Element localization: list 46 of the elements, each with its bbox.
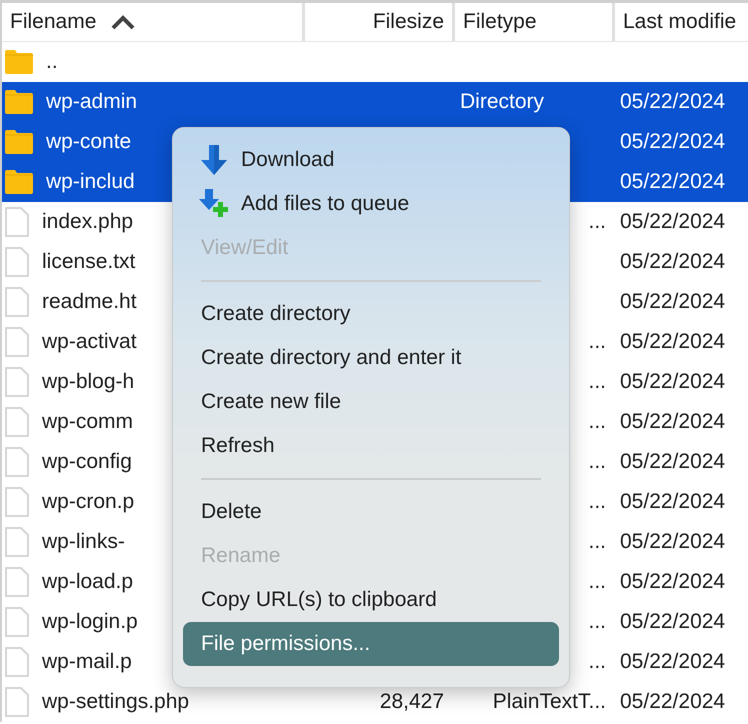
- file-name: wp-admin: [46, 89, 138, 116]
- modified-date: 05/22/2024: [620, 89, 726, 116]
- file-name: wp-conte: [46, 129, 132, 156]
- file-name: wp-mail.p: [42, 649, 132, 676]
- file-type: ...: [588, 329, 606, 356]
- modified-date: 05/22/2024: [620, 129, 726, 156]
- file-type: Directory: [460, 89, 544, 116]
- modified-date: 05/22/2024: [620, 369, 726, 396]
- modified-date: 05/22/2024: [620, 649, 726, 676]
- file-size: 28,427: [380, 689, 444, 716]
- modified-date: 05/22/2024: [620, 529, 726, 556]
- modified-date: 05/22/2024: [620, 249, 726, 276]
- file-name: ..: [46, 49, 58, 76]
- file-name: wp-blog-h: [42, 369, 134, 396]
- modified-date: 05/22/2024: [620, 489, 726, 516]
- file-type: ...: [588, 409, 606, 436]
- file-type: PlainTextT...: [492, 689, 606, 716]
- file-name: wp-load.p: [42, 569, 134, 596]
- modified-date: 05/22/2024: [620, 569, 726, 596]
- modified-date: 05/22/2024: [620, 449, 726, 476]
- file-name: wp-activat: [42, 329, 137, 356]
- file-type: ...: [588, 489, 606, 516]
- modified-date: 05/22/2024: [620, 609, 726, 636]
- modified-date: 05/22/2024: [620, 209, 726, 236]
- file-name: wp-includ: [46, 169, 135, 196]
- file-type: ...: [588, 569, 606, 596]
- modified-date: 05/22/2024: [620, 169, 726, 196]
- file-type: ...: [588, 529, 606, 556]
- file-type: ...: [588, 369, 606, 396]
- modified-date: 05/22/2024: [620, 289, 726, 316]
- file-name: wp-config: [42, 449, 132, 476]
- modified-date: 05/22/2024: [620, 409, 726, 436]
- file-name: wp-links-: [42, 529, 125, 556]
- file-name: wp-login.p: [42, 609, 138, 636]
- modified-date: 05/22/2024: [620, 329, 726, 356]
- file-type: ...: [588, 649, 606, 676]
- file-name: index.php: [42, 209, 134, 236]
- file-name: wp-comm: [42, 409, 134, 436]
- file-name: wp-settings.php: [42, 689, 190, 716]
- file-name: readme.ht: [42, 289, 137, 316]
- file-type: ...: [588, 449, 606, 476]
- file-type: ...: [588, 209, 606, 236]
- modified-date: 05/22/2024: [620, 689, 726, 716]
- file-name: wp-cron.p: [42, 489, 134, 516]
- file-name: license.txt: [42, 249, 136, 276]
- file-type: ...: [588, 609, 606, 636]
